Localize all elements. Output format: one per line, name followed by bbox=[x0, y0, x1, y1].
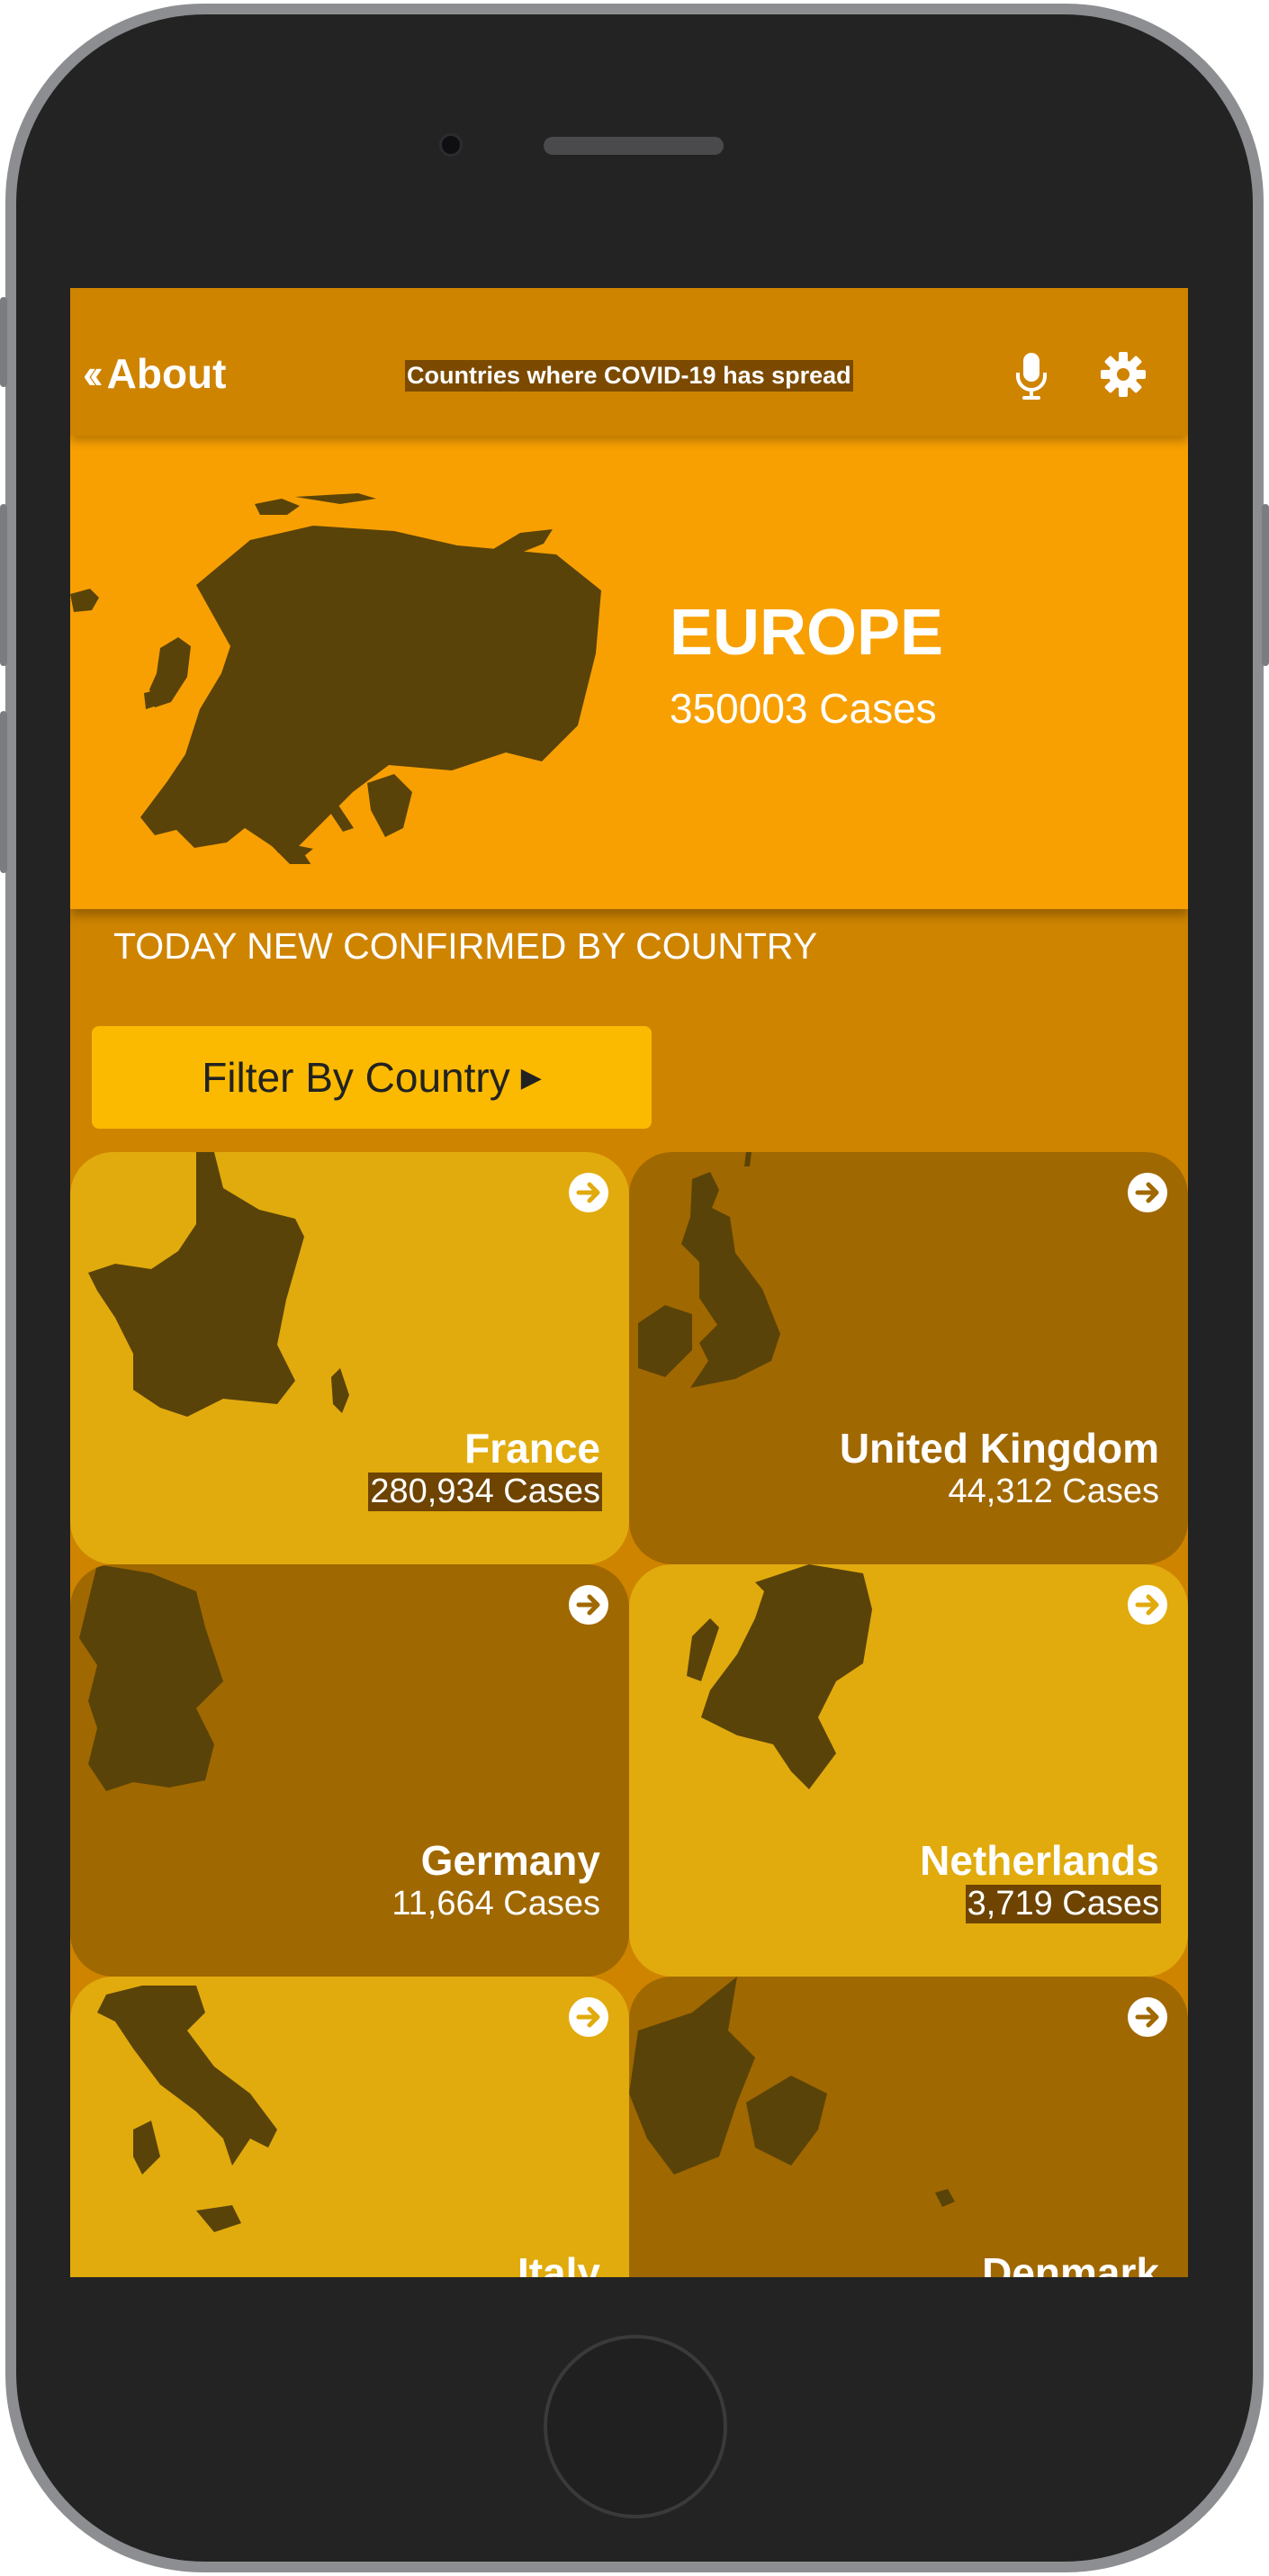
page-title: Countries where COVID-19 has spread bbox=[405, 360, 853, 392]
front-camera bbox=[439, 133, 463, 157]
country-name: Netherlands bbox=[920, 1837, 1159, 1884]
caret-right-icon: ▶ bbox=[520, 1062, 542, 1093]
united-kingdom-map-image bbox=[638, 1152, 780, 1388]
power-button bbox=[1262, 504, 1269, 666]
country-card-denmark[interactable]: Denmark bbox=[629, 1977, 1188, 2277]
country-cases: 280,934 Cases bbox=[368, 1473, 602, 1511]
netherlands-map-image bbox=[687, 1564, 872, 1789]
country-cases: 3,719 Cases bbox=[965, 1885, 1161, 1923]
app-screen: ‹‹ About Countries where COVID-19 has sp… bbox=[70, 288, 1188, 2277]
about-back-button[interactable]: ‹‹ About bbox=[83, 349, 226, 398]
section-title: TODAY NEW CONFIRMED BY COUNTRY bbox=[113, 925, 818, 967]
arrow-circle-right-icon[interactable] bbox=[568, 1584, 609, 1626]
country-card-france[interactable]: France 280,934 Cases bbox=[70, 1152, 629, 1564]
microphone-icon[interactable] bbox=[1013, 351, 1049, 401]
country-cases: 11,664 Cases bbox=[392, 1885, 600, 1923]
top-bar: ‹‹ About Countries where COVID-19 has sp… bbox=[70, 288, 1188, 436]
arrow-circle-right-icon[interactable] bbox=[568, 1996, 609, 2038]
country-card-united-kingdom[interactable]: United Kingdom 44,312 Cases bbox=[629, 1152, 1188, 1564]
france-map-image bbox=[88, 1152, 349, 1417]
country-name: United Kingdom bbox=[839, 1425, 1159, 1472]
country-name: France bbox=[464, 1425, 600, 1472]
arrow-circle-right-icon[interactable] bbox=[1127, 1584, 1168, 1626]
country-cases: 44,312 Cases bbox=[948, 1473, 1160, 1510]
country-card-germany[interactable]: Germany 11,664 Cases bbox=[70, 1564, 629, 1977]
home-button[interactable] bbox=[544, 2335, 727, 2518]
double-chevron-left-icon: ‹‹ bbox=[83, 350, 103, 397]
about-label: About bbox=[106, 350, 227, 397]
region-name: EUROPE bbox=[670, 597, 944, 669]
italy-map-image bbox=[97, 1986, 277, 2232]
country-name: Denmark bbox=[982, 2249, 1159, 2277]
filter-button-label: Filter By Country bbox=[202, 1054, 510, 1101]
volume-up-button bbox=[0, 504, 7, 666]
country-card-netherlands[interactable]: Netherlands 3,719 Cases bbox=[629, 1564, 1188, 1977]
region-header: EUROPE 350003 Cases bbox=[70, 436, 1188, 909]
volume-down-button bbox=[0, 711, 7, 873]
denmark-map-image bbox=[629, 1977, 955, 2207]
country-card-italy[interactable]: Italy bbox=[70, 1977, 629, 2277]
filter-by-country-button[interactable]: Filter By Country ▶ bbox=[92, 1026, 652, 1129]
gear-icon[interactable] bbox=[1100, 351, 1147, 398]
arrow-circle-right-icon[interactable] bbox=[1127, 1996, 1168, 2038]
germany-map-image bbox=[79, 1564, 223, 1791]
country-name: Italy bbox=[517, 2249, 600, 2277]
country-name: Germany bbox=[420, 1837, 600, 1884]
earpiece-speaker bbox=[544, 137, 724, 155]
europe-map-image bbox=[70, 493, 601, 864]
arrow-circle-right-icon[interactable] bbox=[568, 1172, 609, 1213]
arrow-circle-right-icon[interactable] bbox=[1127, 1172, 1168, 1213]
region-cases: 350003 Cases bbox=[670, 685, 937, 732]
mute-switch bbox=[0, 297, 7, 387]
